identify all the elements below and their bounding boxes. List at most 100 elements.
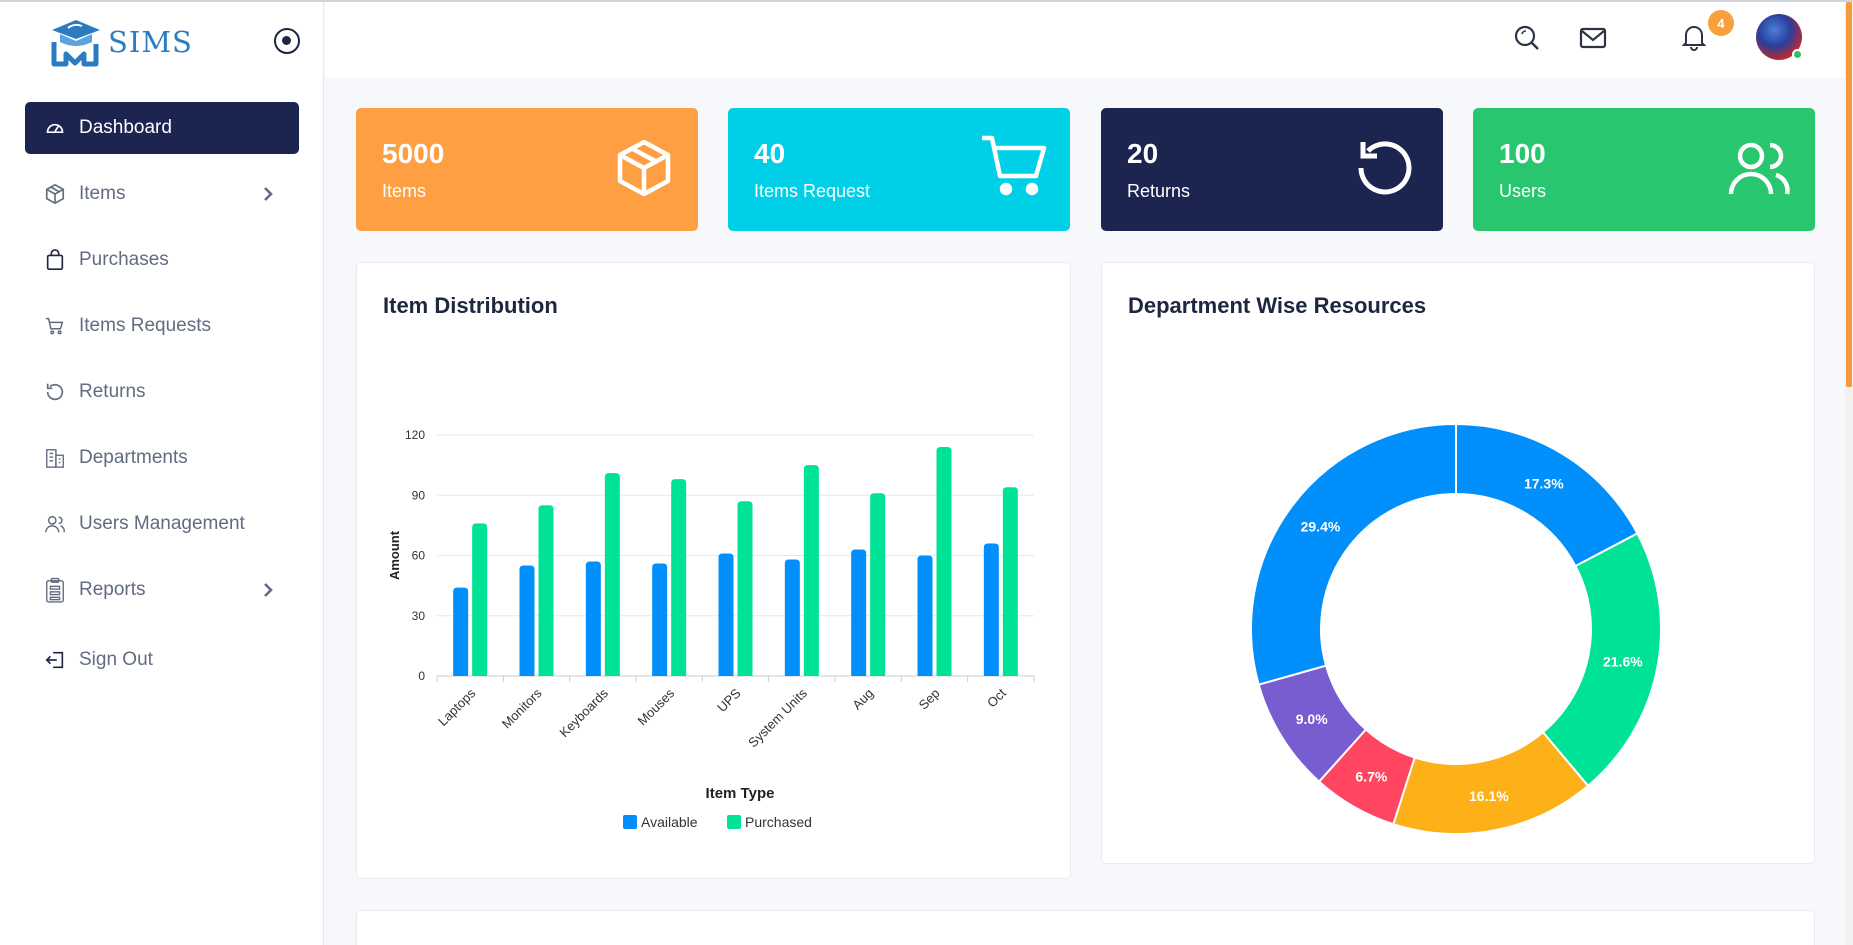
chevron-right-icon xyxy=(264,583,273,597)
sidebar-item-items[interactable]: Items xyxy=(25,168,299,220)
bar xyxy=(538,505,554,676)
bar xyxy=(917,555,933,676)
department-resources-chart: 17.3% 21.6% 16.1% 6.7% 9.0% 29.4% xyxy=(1250,422,1662,835)
stat-card-returns[interactable]: 20 Returns xyxy=(1101,108,1443,231)
sidebar-item-label: Items xyxy=(79,183,126,204)
bell-icon[interactable] xyxy=(1679,21,1709,51)
bar xyxy=(604,473,620,676)
item-distribution-chart: 0 30 60 90 120 Amount Laptops Monitors Keyboards… xyxy=(387,428,1035,830)
y-tick-label: 60 xyxy=(412,549,426,563)
dashboard-gauge-icon xyxy=(43,116,67,140)
x-tick-label: System Units xyxy=(745,685,810,750)
sidebar-item-label: Sign Out xyxy=(79,649,153,670)
sidebar-item-reports[interactable]: Reports xyxy=(25,564,299,616)
bottom-panel xyxy=(356,910,1815,945)
stat-value: 5000 xyxy=(382,138,445,169)
bar xyxy=(737,501,753,676)
y-axis-title: Amount xyxy=(387,530,402,580)
x-tick-label: UPS xyxy=(714,685,744,715)
slice-label: 29.4% xyxy=(1301,518,1341,534)
bar xyxy=(718,553,734,676)
bar xyxy=(1002,487,1018,676)
sidebar-toggle-button[interactable] xyxy=(274,28,300,54)
undo-icon xyxy=(43,380,67,404)
mail-icon[interactable] xyxy=(1578,23,1608,53)
sidebar-item-dashboard[interactable]: Dashboard xyxy=(25,102,299,154)
sidebar-item-label: Departments xyxy=(79,447,188,468)
sims-logo-icon xyxy=(51,20,100,67)
sidebar-item-label: Dashboard xyxy=(79,117,172,138)
x-axis-title: Item Type xyxy=(706,785,775,802)
box-icon xyxy=(43,182,67,206)
sidebar: SIMS Dashboard Items Purchases Items Req… xyxy=(0,2,324,945)
sidebar-item-label: Returns xyxy=(79,381,146,402)
bar xyxy=(453,587,469,676)
bar xyxy=(784,559,800,676)
bar xyxy=(585,561,601,676)
legend-swatch xyxy=(623,815,637,829)
box-icon xyxy=(617,139,671,197)
slice-label: 9.0% xyxy=(1296,711,1328,727)
x-tick-label: Aug xyxy=(849,686,876,713)
sidebar-item-returns[interactable]: Returns xyxy=(25,366,299,418)
slice-label: 6.7% xyxy=(1355,768,1387,784)
donut-slice xyxy=(1455,422,1639,568)
sidebar-item-label: Reports xyxy=(79,579,146,600)
sidebar-item-departments[interactable]: Departments xyxy=(25,432,299,484)
building-icon xyxy=(43,446,67,470)
brand-name: SIMS xyxy=(108,25,193,59)
bar xyxy=(803,465,819,676)
donut-slice xyxy=(1541,532,1662,788)
sidebar-item-items-requests[interactable]: Items Requests xyxy=(25,300,299,352)
cart-icon xyxy=(982,135,1047,196)
slice-label: 16.1% xyxy=(1469,788,1509,804)
bar xyxy=(652,563,668,676)
item-distribution-panel: Item Distribution 0 30 60 90 120 Amount Laptop… xyxy=(356,262,1071,879)
x-tick-label: Keyboards xyxy=(556,685,611,740)
stat-label: Users xyxy=(1499,181,1547,201)
stat-value: 40 xyxy=(754,138,786,169)
legend-label: Available xyxy=(641,814,698,830)
scrollbar-thumb[interactable] xyxy=(1846,2,1852,387)
legend-label: Purchased xyxy=(745,814,812,830)
department-resources-panel: Department Wise Resources 17.3% 21.6% 16.1… xyxy=(1101,262,1815,864)
x-tick-label: Monitors xyxy=(499,685,545,731)
shopping-bag-icon xyxy=(43,248,67,272)
brand[interactable]: SIMS xyxy=(46,14,193,70)
x-tick-label: Laptops xyxy=(435,685,479,729)
stat-card-users[interactable]: 100 Users xyxy=(1473,108,1815,231)
stat-card-items-request[interactable]: 40 Items Request xyxy=(728,108,1070,231)
cart-icon xyxy=(43,314,67,338)
sidebar-item-users-management[interactable]: Users Management xyxy=(25,498,299,550)
stat-label: Items Request xyxy=(754,181,871,201)
users-icon xyxy=(43,512,67,536)
stat-card-items[interactable]: 5000 Items xyxy=(356,108,698,231)
notification-badge: 4 xyxy=(1708,10,1734,36)
stat-value: 20 xyxy=(1127,138,1159,169)
y-tick-label: 120 xyxy=(405,428,425,442)
clipboard-icon xyxy=(43,577,67,603)
donut-slice xyxy=(1250,422,1457,686)
bar xyxy=(851,549,867,676)
sidebar-item-sign-out[interactable]: Sign Out xyxy=(25,634,299,686)
sidebar-nav: Dashboard Items Purchases Items Requests xyxy=(25,102,299,700)
stat-value: 100 xyxy=(1499,138,1546,169)
top-bar xyxy=(325,2,1845,78)
sidebar-item-label: Users Management xyxy=(79,513,245,534)
bar xyxy=(983,543,999,676)
legend-swatch xyxy=(727,815,741,829)
bar xyxy=(519,565,535,676)
sign-out-icon xyxy=(43,648,67,672)
bar xyxy=(472,523,488,676)
bar xyxy=(870,493,886,676)
search-icon[interactable] xyxy=(1512,23,1542,53)
sidebar-item-label: Items Requests xyxy=(79,315,211,336)
bar xyxy=(671,479,687,676)
chevron-right-icon xyxy=(264,187,273,201)
online-status-dot xyxy=(1792,49,1803,60)
sidebar-item-purchases[interactable]: Purchases xyxy=(25,234,299,286)
slice-label: 17.3% xyxy=(1524,475,1564,491)
x-tick-label: Oct xyxy=(984,685,1009,710)
undo-icon xyxy=(1358,141,1412,195)
y-tick-label: 30 xyxy=(412,609,426,623)
